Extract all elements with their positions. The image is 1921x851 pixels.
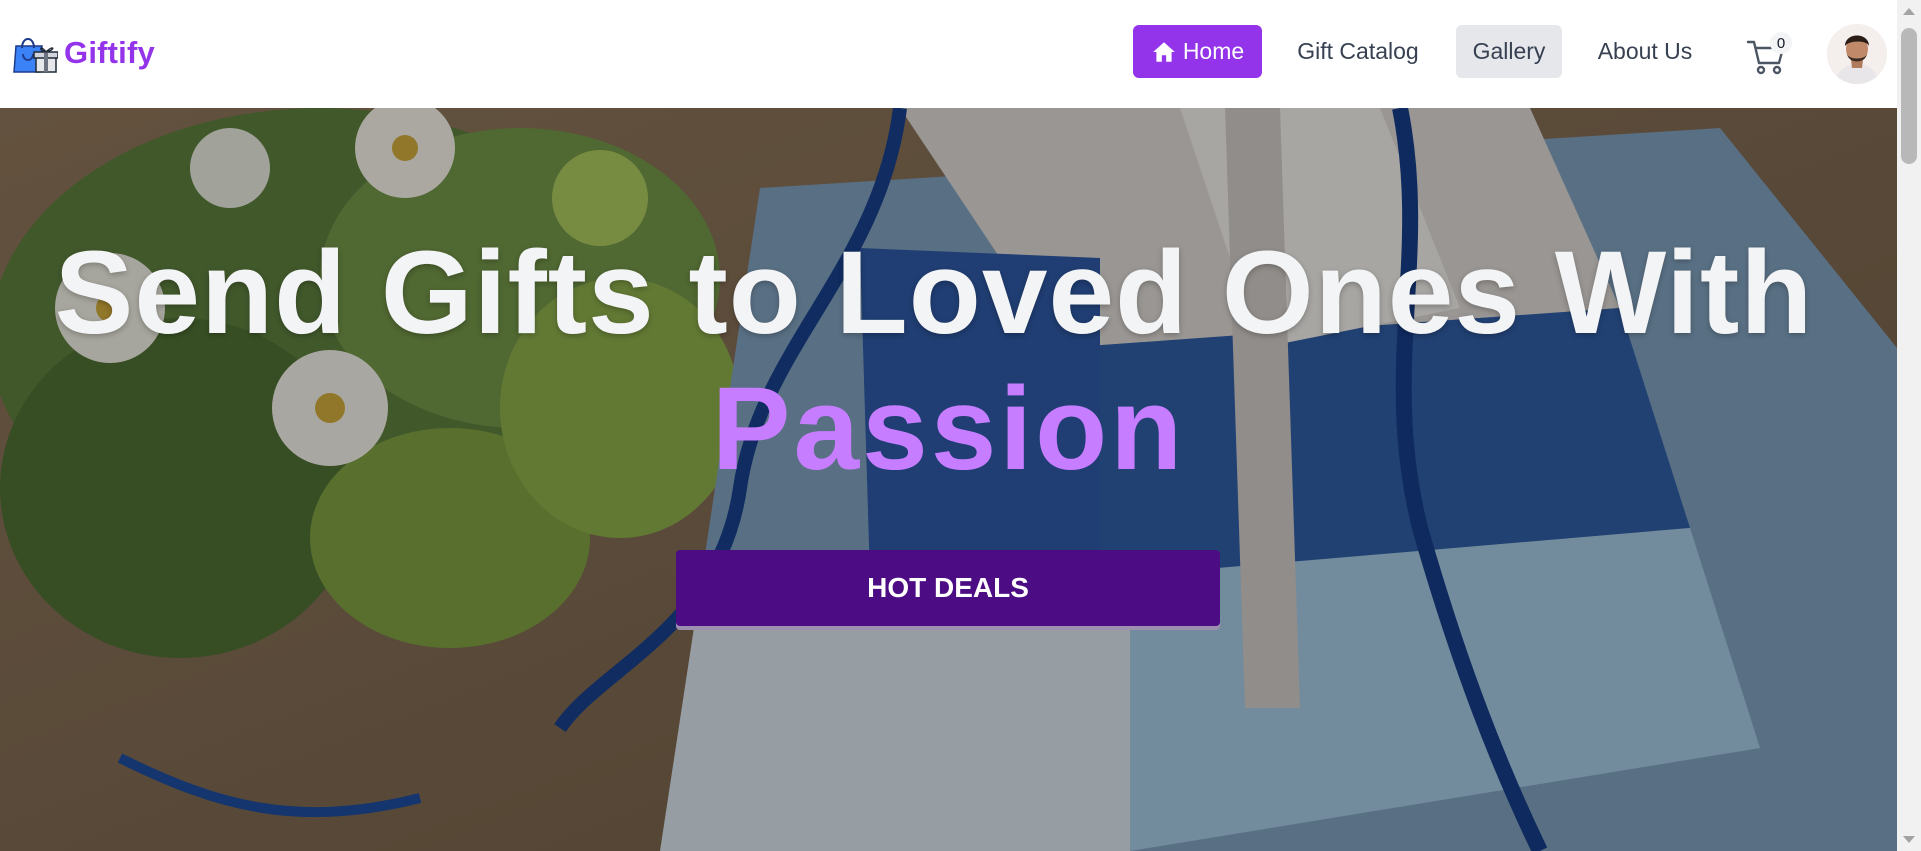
- brand-logo[interactable]: Giftify: [12, 32, 155, 74]
- nav-home-label: Home: [1182, 38, 1245, 64]
- cart-count-badge: 0: [1770, 32, 1792, 54]
- hot-deals-button[interactable]: HOT DEALS: [676, 550, 1220, 626]
- user-avatar[interactable]: [1827, 24, 1887, 84]
- page-scrollbar[interactable]: [1897, 0, 1921, 851]
- nav-about-us-link[interactable]: About Us: [1586, 25, 1704, 78]
- hero-accent-word: Passion: [711, 363, 1186, 495]
- nav-about-us-label: About Us: [1597, 38, 1693, 64]
- user-avatar-image: [1827, 24, 1887, 84]
- nav-gallery-label: Gallery: [1472, 38, 1546, 64]
- nav-gift-catalog-label: Gift Catalog: [1297, 38, 1419, 64]
- nav-home-button[interactable]: Home: [1133, 25, 1262, 78]
- cart-button[interactable]: 0: [1746, 32, 1792, 76]
- home-icon: [1152, 41, 1175, 62]
- scroll-up-arrow-icon[interactable]: [1903, 8, 1915, 15]
- scrollbar-thumb[interactable]: [1901, 28, 1917, 164]
- scroll-down-arrow-icon[interactable]: [1903, 836, 1915, 843]
- nav-gift-catalog-link[interactable]: Gift Catalog: [1285, 25, 1431, 78]
- brand-name: Giftify: [64, 35, 155, 70]
- nav-gallery-link[interactable]: Gallery: [1456, 25, 1562, 78]
- hero-banner: Send Gifts to Loved Ones With Passion HO…: [0, 108, 1897, 851]
- hero-title: Send Gifts to Loved Ones With: [54, 227, 1814, 359]
- shopping-bag-gift-icon: [13, 38, 58, 73]
- top-navbar: Giftify Home Gift Catalog Gallery About …: [0, 0, 1897, 108]
